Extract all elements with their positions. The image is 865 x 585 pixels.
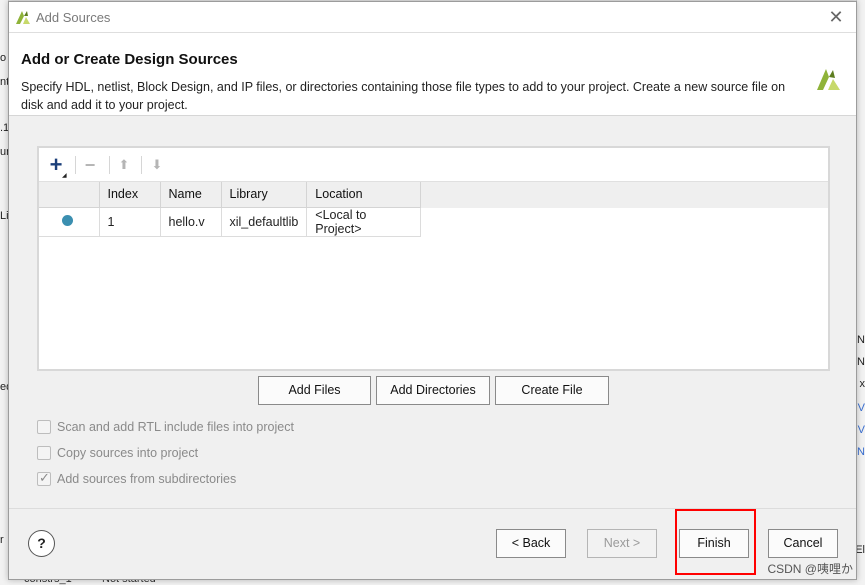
column-header-library[interactable]: Library bbox=[221, 182, 308, 208]
move-up-icon[interactable]: ⬆ bbox=[113, 154, 135, 176]
add-directories-button[interactable]: Add Directories bbox=[376, 376, 490, 405]
bg-right-fragment: N bbox=[857, 334, 865, 346]
table-toolbar: + ◢ − ⬆ ⬇ bbox=[39, 148, 828, 182]
move-down-icon[interactable]: ⬇ bbox=[146, 154, 168, 176]
column-header-name[interactable]: Name bbox=[160, 182, 222, 208]
row-library-cell: xil_defaultlib bbox=[221, 207, 308, 237]
status-dot-icon bbox=[62, 214, 73, 226]
back-label: < Back bbox=[511, 536, 551, 550]
add-subdirs-label: Add sources from subdirectories bbox=[57, 472, 237, 486]
help-button[interactable]: ? bbox=[28, 530, 55, 557]
table-header-strip: Index Name Library Location 1 hello.v xi… bbox=[39, 182, 828, 237]
scan-rtl-checkbox[interactable]: Scan and add RTL include files into proj… bbox=[37, 420, 294, 434]
checkbox-box-checked[interactable] bbox=[37, 470, 51, 486]
toolbar-divider bbox=[109, 156, 110, 174]
checkbox-box[interactable] bbox=[37, 420, 51, 434]
bg-left-fragment: r bbox=[0, 534, 4, 546]
table-header-row: Index Name Library Location bbox=[39, 182, 422, 208]
toolbar-divider bbox=[141, 156, 142, 174]
dialog-title: Add Sources bbox=[36, 10, 111, 25]
create-file-label: Create File bbox=[521, 383, 583, 397]
column-header-index[interactable]: Index bbox=[99, 182, 161, 208]
add-directories-label: Add Directories bbox=[390, 383, 476, 397]
add-files-button[interactable]: Add Files bbox=[258, 376, 371, 405]
create-file-button[interactable]: Create File bbox=[495, 376, 609, 405]
finish-highlight-box bbox=[675, 509, 756, 575]
bg-right-fragment: V bbox=[857, 424, 865, 436]
watermark-text: CSDN @咦哩か bbox=[767, 562, 853, 576]
bg-right-fragment: N bbox=[857, 356, 865, 368]
vivado-logo-icon bbox=[16, 11, 30, 24]
cancel-button[interactable]: Cancel bbox=[768, 529, 838, 558]
row-name-cell: hello.v bbox=[160, 207, 222, 237]
bg-right-fragment: x bbox=[859, 378, 865, 390]
checkbox-box[interactable] bbox=[37, 446, 51, 460]
bg-left-fragment: o bbox=[0, 52, 7, 64]
cancel-label: Cancel bbox=[783, 536, 823, 550]
row-status-cell bbox=[39, 207, 100, 237]
page-description: Specify HDL, netlist, Block Design, and … bbox=[21, 80, 786, 112]
scan-rtl-label: Scan and add RTL include files into proj… bbox=[57, 420, 294, 434]
copy-sources-label: Copy sources into project bbox=[57, 446, 199, 460]
background-right-panel: N N x V V N El bbox=[855, 0, 865, 585]
vivado-brand-icon bbox=[817, 69, 840, 90]
copy-sources-checkbox[interactable]: Copy sources into project bbox=[37, 446, 198, 460]
back-button[interactable]: < Back bbox=[496, 529, 566, 558]
add-subdirs-checkbox[interactable]: Add sources from subdirectories bbox=[37, 470, 237, 486]
add-sources-dialog: Add Sources ✕ Add or Create Design Sourc… bbox=[8, 1, 857, 580]
table-row[interactable]: 1 hello.v xil_defaultlib <Local to Proje… bbox=[39, 207, 422, 237]
bg-right-fragment: V bbox=[857, 402, 865, 414]
remove-icon[interactable]: − bbox=[79, 154, 101, 176]
close-icon[interactable]: ✕ bbox=[826, 7, 846, 27]
column-header-location[interactable]: Location bbox=[306, 182, 422, 208]
dialog-header: Add or Create Design Sources Specify HDL… bbox=[9, 33, 856, 116]
sources-table: Index Name Library Location 1 hello.v xi… bbox=[39, 182, 422, 237]
sources-table-panel: + ◢ − ⬆ ⬇ Index Name Library Location 1 bbox=[37, 146, 830, 371]
column-header-status[interactable] bbox=[39, 182, 100, 208]
dropdown-corner-icon: ◢ bbox=[62, 173, 67, 179]
dialog-titlebar[interactable]: Add Sources ✕ bbox=[9, 2, 856, 33]
page-title: Add or Create Design Sources bbox=[21, 51, 238, 68]
toolbar-divider bbox=[75, 156, 76, 174]
row-location-cell: <Local to Project> bbox=[306, 207, 422, 237]
row-index-cell: 1 bbox=[99, 207, 161, 237]
add-files-label: Add Files bbox=[288, 383, 341, 397]
next-button[interactable]: Next > bbox=[587, 529, 657, 558]
bg-right-fragment: N bbox=[857, 446, 865, 458]
next-label: Next > bbox=[603, 536, 641, 550]
